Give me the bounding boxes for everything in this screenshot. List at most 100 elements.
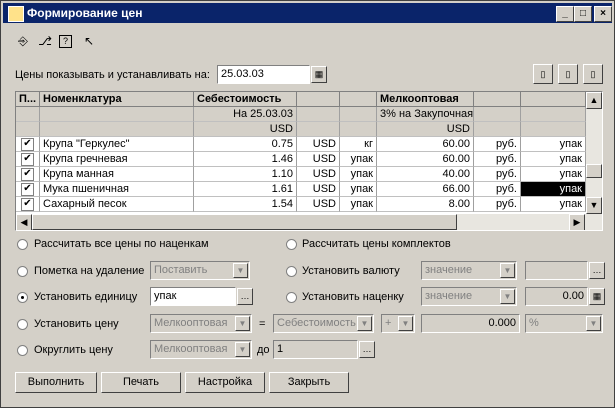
chevron-down-icon[interactable]: ▼ <box>233 263 248 278</box>
settings-button[interactable]: Настройка <box>185 372 265 393</box>
set-currency-label[interactable]: Установить валюту <box>302 265 400 277</box>
row-cost[interactable]: 1.46 <box>194 152 297 167</box>
vertical-scrollbar[interactable]: ▲ ▼ <box>586 92 602 214</box>
pointer-help-icon[interactable]: ↖ <box>81 33 97 49</box>
calculator-icon[interactable]: ▦ <box>589 288 605 305</box>
calendar-icon[interactable]: ▦ <box>311 66 327 83</box>
row-name[interactable]: Крупа манная <box>40 167 194 182</box>
table-row[interactable]: ✔ <box>16 167 40 182</box>
round-to-pick-button[interactable]: … <box>359 341 375 358</box>
row-cost-currency[interactable]: USD <box>297 182 340 197</box>
table-row[interactable]: ✔ <box>16 152 40 167</box>
round-to-input[interactable]: 1 <box>273 340 358 359</box>
row-cost-unit[interactable]: упак <box>340 197 377 212</box>
set-price-type-select[interactable]: Мелкооптовая ▼ <box>150 314 252 333</box>
col-header-name[interactable]: Номенклатура <box>40 92 194 107</box>
calc-all-radio[interactable] <box>17 239 28 250</box>
row-price[interactable]: 60.00 <box>377 137 474 152</box>
row-price-unit-selected[interactable]: упак <box>521 182 586 197</box>
set-markup-select[interactable]: значение ▼ <box>421 287 517 306</box>
unlock-icon[interactable]: ⎇ <box>37 33 53 49</box>
currency-pick-button[interactable]: … <box>589 262 605 279</box>
table-row[interactable]: ✔ <box>16 197 40 212</box>
row-price-unit[interactable]: упак <box>521 152 586 167</box>
set-unit-input[interactable]: упак <box>150 287 236 306</box>
row-price-unit[interactable]: упак <box>521 197 586 212</box>
markup-number-input[interactable]: 0.00 <box>525 287 588 306</box>
maximize-button[interactable]: □ <box>574 6 592 22</box>
row-price[interactable]: 66.00 <box>377 182 474 197</box>
row-cost[interactable]: 1.61 <box>194 182 297 197</box>
row-checkbox[interactable]: ✔ <box>21 138 34 151</box>
columns-left-button[interactable]: ▯ <box>533 64 553 84</box>
table-row[interactable]: ✔ <box>16 137 40 152</box>
help-icon[interactable]: ? <box>59 35 72 48</box>
row-cost-currency[interactable]: USD <box>297 197 340 212</box>
currency-input[interactable] <box>525 261 588 280</box>
print-button[interactable]: Печать <box>101 372 181 393</box>
prices-date-input[interactable]: 25.03.03 <box>217 65 310 84</box>
row-checkbox[interactable]: ✔ <box>21 168 34 181</box>
calc-sets-radio[interactable] <box>286 239 297 250</box>
chevron-down-icon[interactable]: ▼ <box>357 316 372 331</box>
chevron-down-icon[interactable]: ▼ <box>500 263 515 278</box>
close-window-button[interactable]: × <box>594 6 612 22</box>
minimize-button[interactable]: _ <box>556 6 574 22</box>
prices-table[interactable]: П... Номенклатура Себестоимость Мелкоопт… <box>15 91 603 231</box>
col-header-mark[interactable]: П... <box>16 92 40 107</box>
set-markup-radio[interactable] <box>286 292 297 303</box>
row-price[interactable]: 40.00 <box>377 167 474 182</box>
row-cost-unit[interactable]: упак <box>340 152 377 167</box>
round-price-radio[interactable] <box>17 345 28 356</box>
row-name[interactable]: Крупа "Геркулес" <box>40 137 194 152</box>
mark-delete-select[interactable]: Поставить ▼ <box>150 261 250 280</box>
row-price-currency[interactable]: руб. <box>474 137 521 152</box>
row-name[interactable]: Сахарный песок <box>40 197 194 212</box>
columns-split-button[interactable]: ▯ <box>558 64 578 84</box>
calc-sets-label[interactable]: Рассчитать цены комплектов <box>302 238 451 250</box>
set-currency-radio[interactable] <box>286 266 297 277</box>
round-price-type-select[interactable]: Мелкооптовая ▼ <box>150 340 252 359</box>
row-cost[interactable]: 1.10 <box>194 167 297 182</box>
row-checkbox[interactable]: ✔ <box>21 198 34 211</box>
row-cost-currency[interactable]: USD <box>297 137 340 152</box>
set-price-radio[interactable] <box>17 319 28 330</box>
row-name[interactable]: Крупа гречневая <box>40 152 194 167</box>
chevron-down-icon[interactable]: ▼ <box>398 316 413 331</box>
set-unit-label[interactable]: Установить единицу <box>34 291 137 303</box>
set-price-number-input[interactable]: 0.000 <box>421 314 520 333</box>
col-header-price-cur[interactable] <box>474 92 521 107</box>
row-checkbox[interactable]: ✔ <box>21 183 34 196</box>
mark-delete-radio[interactable] <box>17 266 28 277</box>
row-price[interactable]: 8.00 <box>377 197 474 212</box>
set-currency-select[interactable]: значение ▼ <box>421 261 517 280</box>
col-header-cost[interactable]: Себестоимость <box>194 92 297 107</box>
lock-icon[interactable]: ⎆ <box>15 33 31 49</box>
row-name[interactable]: Мука пшеничная <box>40 182 194 197</box>
row-checkbox[interactable]: ✔ <box>21 153 34 166</box>
row-cost-currency[interactable]: USD <box>297 152 340 167</box>
calc-all-label[interactable]: Рассчитать все цены по наценкам <box>34 238 209 250</box>
columns-right-button[interactable]: ▯ <box>583 64 603 84</box>
execute-button[interactable]: Выполнить <box>15 372 97 393</box>
horizontal-scrollbar[interactable]: ◀ ▶ <box>16 214 602 230</box>
row-price-currency[interactable]: руб. <box>474 182 521 197</box>
chevron-down-icon[interactable]: ▼ <box>235 342 250 357</box>
chevron-down-icon[interactable]: ▼ <box>586 316 601 331</box>
row-price-unit[interactable]: упак <box>521 167 586 182</box>
row-cost-unit[interactable]: кг <box>340 137 377 152</box>
chevron-down-icon[interactable]: ▼ <box>500 289 515 304</box>
row-cost-unit[interactable]: упак <box>340 167 377 182</box>
table-row[interactable]: ✔ <box>16 182 40 197</box>
row-price-currency[interactable]: руб. <box>474 152 521 167</box>
row-cost[interactable]: 0.75 <box>194 137 297 152</box>
col-header-cost-cur[interactable] <box>297 92 340 107</box>
row-cost-unit[interactable]: упак <box>340 182 377 197</box>
scroll-left-icon[interactable]: ◀ <box>16 214 32 230</box>
scroll-down-icon[interactable]: ▼ <box>586 197 602 214</box>
set-price-base-select[interactable]: Себестоимость ▼ <box>273 314 374 333</box>
row-price-unit[interactable]: упак <box>521 137 586 152</box>
set-unit-radio[interactable] <box>17 292 28 303</box>
col-header-cost-unit[interactable] <box>340 92 377 107</box>
chevron-down-icon[interactable]: ▼ <box>235 316 250 331</box>
